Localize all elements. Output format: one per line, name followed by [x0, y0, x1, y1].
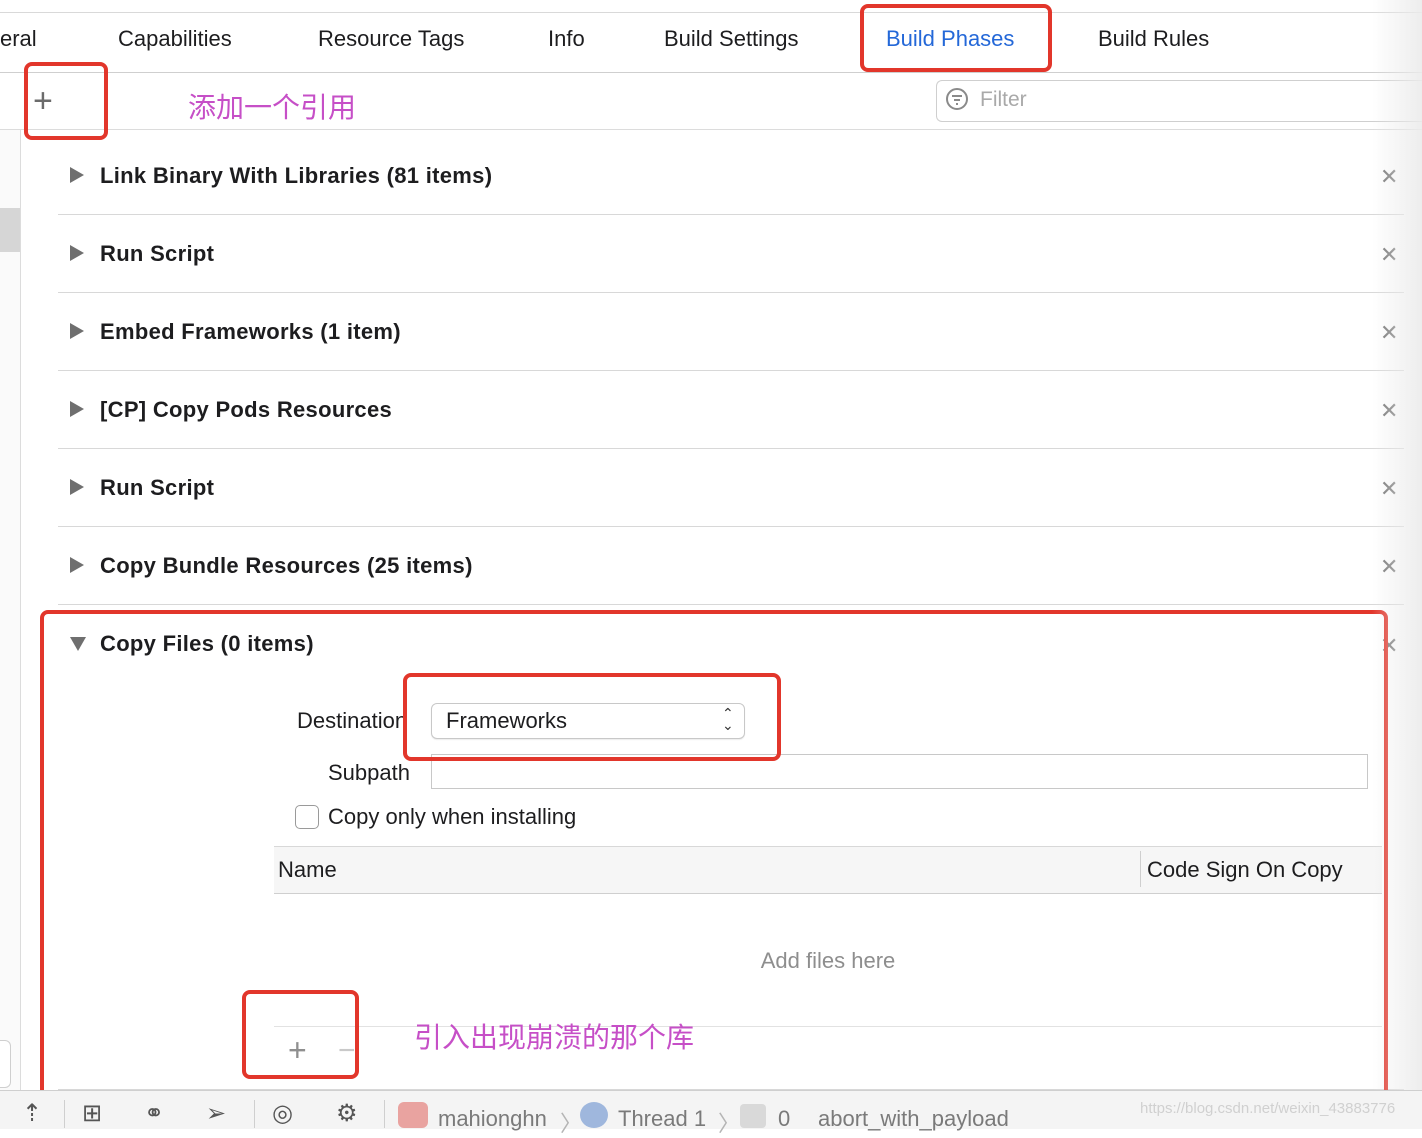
gear-icon[interactable]: ⚙ [336, 1102, 358, 1126]
phase-title: Run Script [100, 475, 215, 500]
camera-icon[interactable]: ◎ [272, 1102, 293, 1126]
close-icon[interactable]: ✕ [1380, 320, 1398, 346]
close-icon[interactable]: ✕ [1380, 554, 1398, 580]
close-icon[interactable]: ✕ [1380, 164, 1398, 190]
phase-title: [CP] Copy Pods Resources [100, 397, 393, 422]
phase-copy-bundle-resources[interactable]: Copy Bundle Resources (25 items) ✕ [58, 527, 1404, 605]
disclosure-triangle-icon[interactable] [70, 401, 84, 417]
tab-capabilities[interactable]: Capabilities [118, 26, 232, 52]
phase-embed-frameworks[interactable]: Embed Frameworks (1 item) ✕ [58, 293, 1404, 371]
phase-title: Run Script [100, 241, 215, 266]
filter-icon [946, 88, 968, 110]
annotation-box-add-file [242, 990, 359, 1079]
debug-separator [64, 1100, 65, 1128]
phase-run-script-1[interactable]: Run Script ✕ [58, 215, 1404, 293]
navigator-edge [0, 130, 21, 1090]
debug-target[interactable]: mahionghn [438, 1106, 547, 1132]
annotation-note-add-reference: 添加一个引用 [188, 91, 357, 124]
memory-graph-icon[interactable]: ⚭ [144, 1102, 164, 1126]
close-icon[interactable]: ✕ [1380, 398, 1398, 424]
tab-build-rules[interactable]: Build Rules [1098, 26, 1209, 52]
phase-title: Link Binary With Libraries (81 items) [100, 163, 493, 188]
watermark: https://blog.csdn.net/weixin_43883776 [1140, 1100, 1396, 1117]
debug-function[interactable]: abort_with_payload [818, 1106, 1009, 1132]
filter-placeholder[interactable]: Filter [980, 88, 1027, 112]
annotation-box-destination [403, 673, 781, 761]
debug-frame-number[interactable]: 0 [778, 1106, 790, 1132]
disclosure-triangle-icon[interactable] [70, 479, 84, 495]
phase-link-binary[interactable]: Link Binary With Libraries (81 items) ✕ [58, 137, 1404, 215]
frame-icon [740, 1104, 766, 1128]
tab-bar-top-border [0, 12, 1422, 13]
debug-separator [384, 1100, 385, 1128]
phase-title: Copy Bundle Resources (25 items) [100, 553, 473, 578]
close-icon[interactable]: ✕ [1380, 242, 1398, 268]
debug-separator [254, 1100, 255, 1128]
upload-icon[interactable]: ⇡ [22, 1102, 42, 1126]
thread-icon [580, 1102, 608, 1128]
tab-resource-tags[interactable]: Resource Tags [318, 26, 464, 52]
annotation-note-import-lib: 引入出现崩溃的那个库 [414, 1021, 695, 1054]
phase-copy-pods-resources[interactable]: [CP] Copy Pods Resources ✕ [58, 371, 1404, 449]
breadcrumb-chevron-icon: 〉 [718, 1111, 741, 1136]
disclosure-triangle-icon[interactable] [70, 167, 84, 183]
disclosure-triangle-icon[interactable] [70, 557, 84, 573]
phase-run-script-2[interactable]: Run Script ✕ [58, 449, 1404, 527]
disclosure-triangle-icon[interactable] [70, 323, 84, 339]
navigator-handle[interactable] [0, 1040, 11, 1088]
close-icon[interactable]: ✕ [1380, 476, 1398, 502]
location-icon[interactable]: ➢ [206, 1102, 226, 1126]
tab-build-settings[interactable]: Build Settings [664, 26, 799, 52]
breadcrumb-chevron-icon: 〉 [560, 1111, 583, 1136]
tab-bar: eral Capabilities Resource Tags Info Bui… [0, 0, 1422, 73]
view-hierarchy-icon[interactable]: ⊞ [82, 1102, 102, 1126]
app-icon [398, 1102, 428, 1128]
annotation-box-build-phases [860, 4, 1052, 72]
annotation-box-add [24, 62, 108, 140]
disclosure-triangle-icon[interactable] [70, 245, 84, 261]
tab-general[interactable]: eral [0, 26, 37, 52]
tab-info[interactable]: Info [548, 26, 585, 52]
debug-thread[interactable]: Thread 1 [618, 1106, 706, 1132]
phase-title: Embed Frameworks (1 item) [100, 319, 401, 344]
navigator-selection [0, 208, 20, 252]
